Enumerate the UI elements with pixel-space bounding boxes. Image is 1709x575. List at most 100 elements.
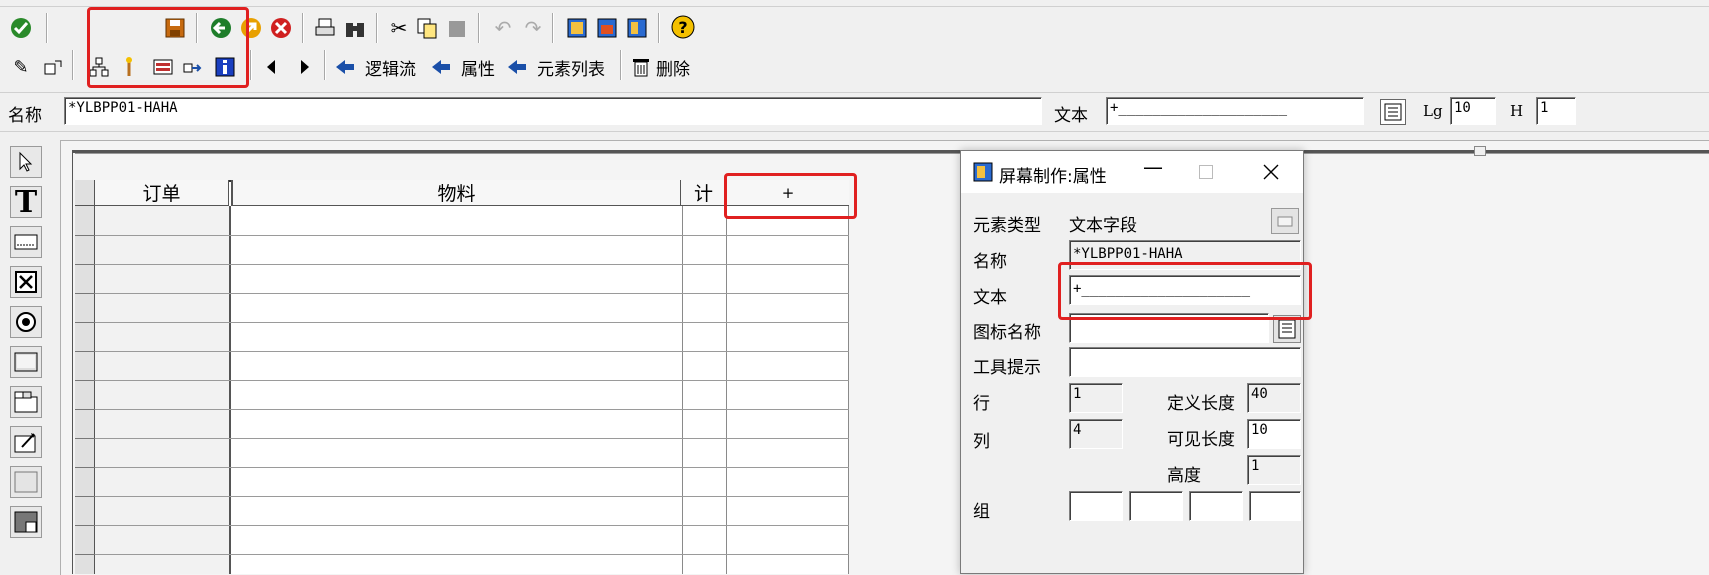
- col-field[interactable]: 4: [1069, 419, 1123, 449]
- exit-icon[interactable]: [238, 15, 264, 41]
- icon-select-button[interactable]: [1273, 315, 1301, 343]
- navigate-icon[interactable]: [180, 54, 206, 80]
- save-icon[interactable]: [162, 15, 188, 41]
- def-len-field[interactable]: 40: [1247, 383, 1301, 413]
- separator: [552, 13, 554, 43]
- delete-button[interactable]: 删除: [632, 52, 690, 82]
- table-row[interactable]: [95, 293, 849, 294]
- column-header-new[interactable]: +: [727, 180, 849, 206]
- svg-text:?: ?: [678, 18, 687, 37]
- text-field[interactable]: +____________________: [1106, 97, 1364, 125]
- icon-name-field[interactable]: [1069, 313, 1269, 343]
- table-row[interactable]: [95, 380, 849, 381]
- text-select-icon[interactable]: [1380, 99, 1406, 125]
- redo-icon[interactable]: ↷: [520, 15, 546, 41]
- column-order: [95, 206, 231, 574]
- dialog-text-field[interactable]: +____________________: [1069, 275, 1301, 305]
- table-row[interactable]: [95, 235, 849, 236]
- undo-icon[interactable]: ↶: [490, 15, 516, 41]
- hierarchy-icon[interactable]: [86, 54, 112, 80]
- tooltip-field[interactable]: [1069, 347, 1301, 377]
- separator: [620, 50, 622, 80]
- row-field[interactable]: 1: [1069, 383, 1123, 413]
- dialog-name-field[interactable]: *YLBPP01-HAHA: [1069, 240, 1301, 270]
- group-field-4[interactable]: [1249, 491, 1301, 521]
- table-row[interactable]: [95, 554, 849, 555]
- minimize-icon[interactable]: —: [1143, 155, 1163, 179]
- layout-icon-3[interactable]: [624, 15, 650, 41]
- pushbutton-tool-icon[interactable]: [10, 346, 42, 378]
- info-icon[interactable]: [212, 54, 238, 80]
- edit-pencil-icon[interactable]: ✎: [8, 54, 34, 80]
- element-type-value: 文本字段: [1069, 216, 1137, 236]
- col-label: 列: [973, 432, 990, 452]
- table-row[interactable]: [95, 467, 849, 468]
- text-field-tool-icon[interactable]: T: [10, 185, 42, 220]
- vis-len-field[interactable]: 10: [1247, 419, 1301, 449]
- row-selector-line: [75, 438, 95, 439]
- element-type-label: 元素类型: [973, 216, 1041, 236]
- column-header-order[interactable]: 订单: [95, 180, 229, 206]
- table-row[interactable]: [95, 409, 849, 410]
- logic-flow-button[interactable]: 逻辑流: [336, 52, 416, 82]
- canvas-resize-handle[interactable]: [1474, 146, 1486, 156]
- column-header-count[interactable]: 计: [681, 180, 727, 206]
- cut-icon[interactable]: ✂: [386, 15, 412, 41]
- group-field-1[interactable]: [1069, 491, 1123, 521]
- screen-painter-icon: [973, 162, 993, 182]
- tabstrip-wizard-tool-icon[interactable]: [10, 426, 42, 458]
- lg-field[interactable]: 10: [1450, 97, 1496, 125]
- input-field-tool-icon[interactable]: [10, 226, 42, 258]
- maximize-icon[interactable]: [1199, 165, 1213, 179]
- copy-icon[interactable]: [414, 15, 440, 41]
- table-row[interactable]: [95, 525, 849, 526]
- dialog-titlebar[interactable]: 屏幕制作:属性 —: [961, 151, 1303, 193]
- dialog-name-label: 名称: [973, 252, 1007, 272]
- table-row[interactable]: [95, 322, 849, 323]
- wand-icon[interactable]: [116, 54, 142, 80]
- table-row[interactable]: [95, 351, 849, 352]
- attributes-button[interactable]: 属性: [432, 52, 495, 82]
- layout-icon-2[interactable]: [594, 15, 620, 41]
- column-material: [231, 206, 683, 574]
- tabstrip-tool-icon[interactable]: [10, 386, 42, 418]
- box-tool-icon[interactable]: [10, 466, 42, 498]
- attributes-dialog[interactable]: 屏幕制作:属性 — 元素类型 文本字段 名称 *YLBPP01-HAHA 文本 …: [960, 150, 1304, 574]
- table-row[interactable]: [95, 496, 849, 497]
- screen-layout-icon[interactable]: [150, 54, 176, 80]
- paste-icon[interactable]: [444, 15, 470, 41]
- row-selector-line: [75, 496, 95, 497]
- row-selector-line: [75, 351, 95, 352]
- layout-icon-1[interactable]: [564, 15, 590, 41]
- element-type-button[interactable]: [1271, 208, 1299, 234]
- radio-button-tool-icon[interactable]: [10, 306, 42, 338]
- separator: [302, 13, 304, 43]
- group-field-2[interactable]: [1129, 491, 1183, 521]
- group-field-3[interactable]: [1189, 491, 1243, 521]
- table-row[interactable]: [95, 264, 849, 265]
- separator: [324, 50, 326, 80]
- help-icon[interactable]: ?: [670, 14, 696, 40]
- separator: [658, 13, 660, 43]
- subscreen-tool-icon[interactable]: [10, 506, 42, 538]
- find-icon[interactable]: [342, 15, 368, 41]
- cancel-icon[interactable]: [268, 15, 294, 41]
- next-icon[interactable]: [292, 54, 318, 80]
- name-field[interactable]: *YLBPP01-HAHA: [64, 97, 1042, 125]
- row-selector-line: [75, 264, 95, 265]
- close-icon[interactable]: [1263, 164, 1279, 180]
- table-row[interactable]: [95, 438, 849, 439]
- check-icon[interactable]: [8, 15, 34, 41]
- column-header-material[interactable]: 物料: [231, 180, 681, 206]
- back-icon[interactable]: [208, 15, 234, 41]
- height-field[interactable]: 1: [1247, 455, 1301, 485]
- flow-logic-icon[interactable]: [40, 54, 66, 80]
- row-selector-line: [75, 322, 95, 323]
- pointer-tool-icon[interactable]: [10, 146, 42, 178]
- arrow-left-icon: [336, 60, 354, 74]
- print-icon[interactable]: [312, 15, 338, 41]
- checkbox-tool-icon[interactable]: [10, 266, 42, 298]
- h-field[interactable]: 1: [1536, 97, 1576, 125]
- element-list-button[interactable]: 元素列表: [508, 52, 605, 82]
- prev-icon[interactable]: [258, 54, 284, 80]
